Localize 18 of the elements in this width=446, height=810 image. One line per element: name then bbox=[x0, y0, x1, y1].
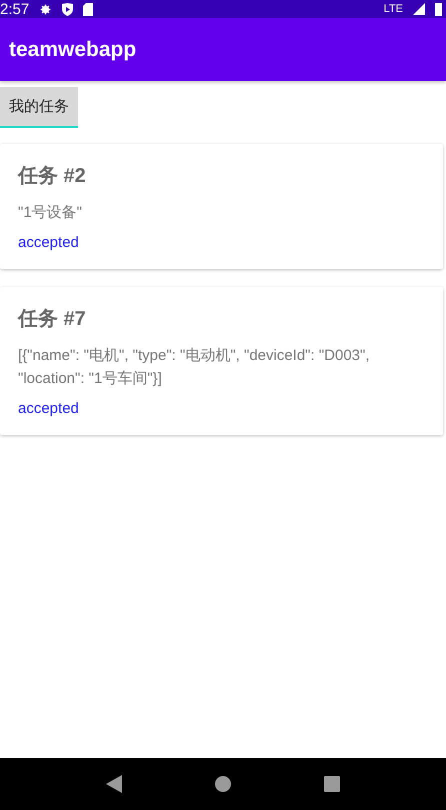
task-title: 任务 #2 bbox=[18, 164, 87, 189]
network-type: LTE bbox=[384, 3, 403, 15]
status-time: 2:57 bbox=[0, 0, 30, 18]
task-detail: "1号设备" bbox=[18, 203, 83, 223]
task-status: accepted bbox=[18, 400, 80, 417]
back-icon[interactable] bbox=[106, 775, 122, 793]
recents-icon[interactable] bbox=[324, 776, 340, 792]
gear-icon bbox=[39, 2, 52, 16]
task-status: accepted bbox=[18, 234, 80, 251]
signal-icon bbox=[413, 3, 425, 15]
shield-icon bbox=[62, 2, 74, 16]
tab[interactable]: 我的任务 bbox=[0, 87, 78, 128]
home-icon[interactable] bbox=[214, 776, 231, 792]
task-detail: [{"name": "电机", "type": "电动机", "deviceId": "D003", "location": "1号车间"}] bbox=[18, 346, 371, 389]
sd-card-icon bbox=[83, 2, 94, 16]
task-title: 任务 #7 bbox=[18, 307, 87, 332]
battery-icon bbox=[435, 2, 442, 16]
app-title: teamwebapp bbox=[9, 38, 136, 62]
